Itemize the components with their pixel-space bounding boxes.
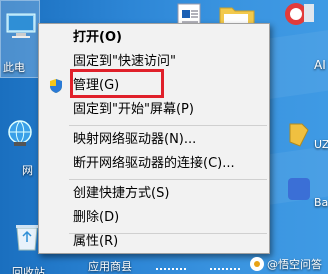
ba-label: Ba (314, 196, 328, 209)
this-pc-icon[interactable]: 此电 (0, 0, 40, 78)
app-icon-top-right[interactable] (282, 0, 322, 36)
bottom-icon-1-label (156, 260, 186, 270)
network-icon[interactable]: 网 (0, 118, 38, 178)
menu-item-pin-quick-access[interactable]: 固定到"快速访问" (39, 51, 269, 73)
menu-item-properties[interactable]: 属性(R) (39, 231, 269, 253)
app-icon-uz[interactable]: UZ (284, 120, 328, 160)
bottom-icon-1[interactable] (156, 258, 186, 274)
app-store-icon[interactable]: 应用商县 (82, 258, 142, 274)
app-icon-ba[interactable]: Ba (284, 174, 328, 214)
wukong-logo-icon (250, 257, 264, 271)
bottom-icon-2[interactable] (210, 258, 240, 274)
this-pc-label: 此电 (3, 61, 25, 74)
uz-label: UZ (314, 138, 328, 151)
menu-item-pin-start[interactable]: 固定到"开始"屏幕(P) (39, 99, 269, 121)
uac-shield-icon (50, 79, 62, 93)
menu-separator (69, 125, 267, 126)
watermark: @悟空问答 (250, 256, 322, 272)
ai-label: AI (314, 58, 326, 72)
menu-item-manage[interactable]: 管理(G) (39, 75, 269, 97)
context-menu: 打开(O) 固定到"快速访问" 管理(G) 固定到"开始"屏幕(P) 映射网络驱… (38, 23, 270, 254)
menu-item-create-shortcut[interactable]: 创建快捷方式(S) (39, 183, 269, 205)
menu-item-disconnect-network-drive[interactable]: 断开网络驱动器的连接(C)... (39, 153, 269, 175)
app-icon-ai[interactable]: AI (284, 48, 328, 82)
menu-item-map-network-drive[interactable]: 映射网络驱动器(N)... (39, 129, 269, 151)
recycle-bin-label: 回收站 (12, 266, 45, 274)
menu-item-open[interactable]: 打开(O) (39, 27, 269, 49)
menu-item-manage-label: 管理(G) (73, 78, 120, 93)
app-store-label: 应用商县 (88, 260, 132, 273)
menu-separator (69, 179, 267, 180)
menu-item-delete[interactable]: 删除(D) (39, 207, 269, 229)
watermark-text: @悟空问答 (267, 258, 322, 271)
network-label: 网 (22, 164, 33, 177)
bottom-icon-2-label (210, 260, 240, 270)
